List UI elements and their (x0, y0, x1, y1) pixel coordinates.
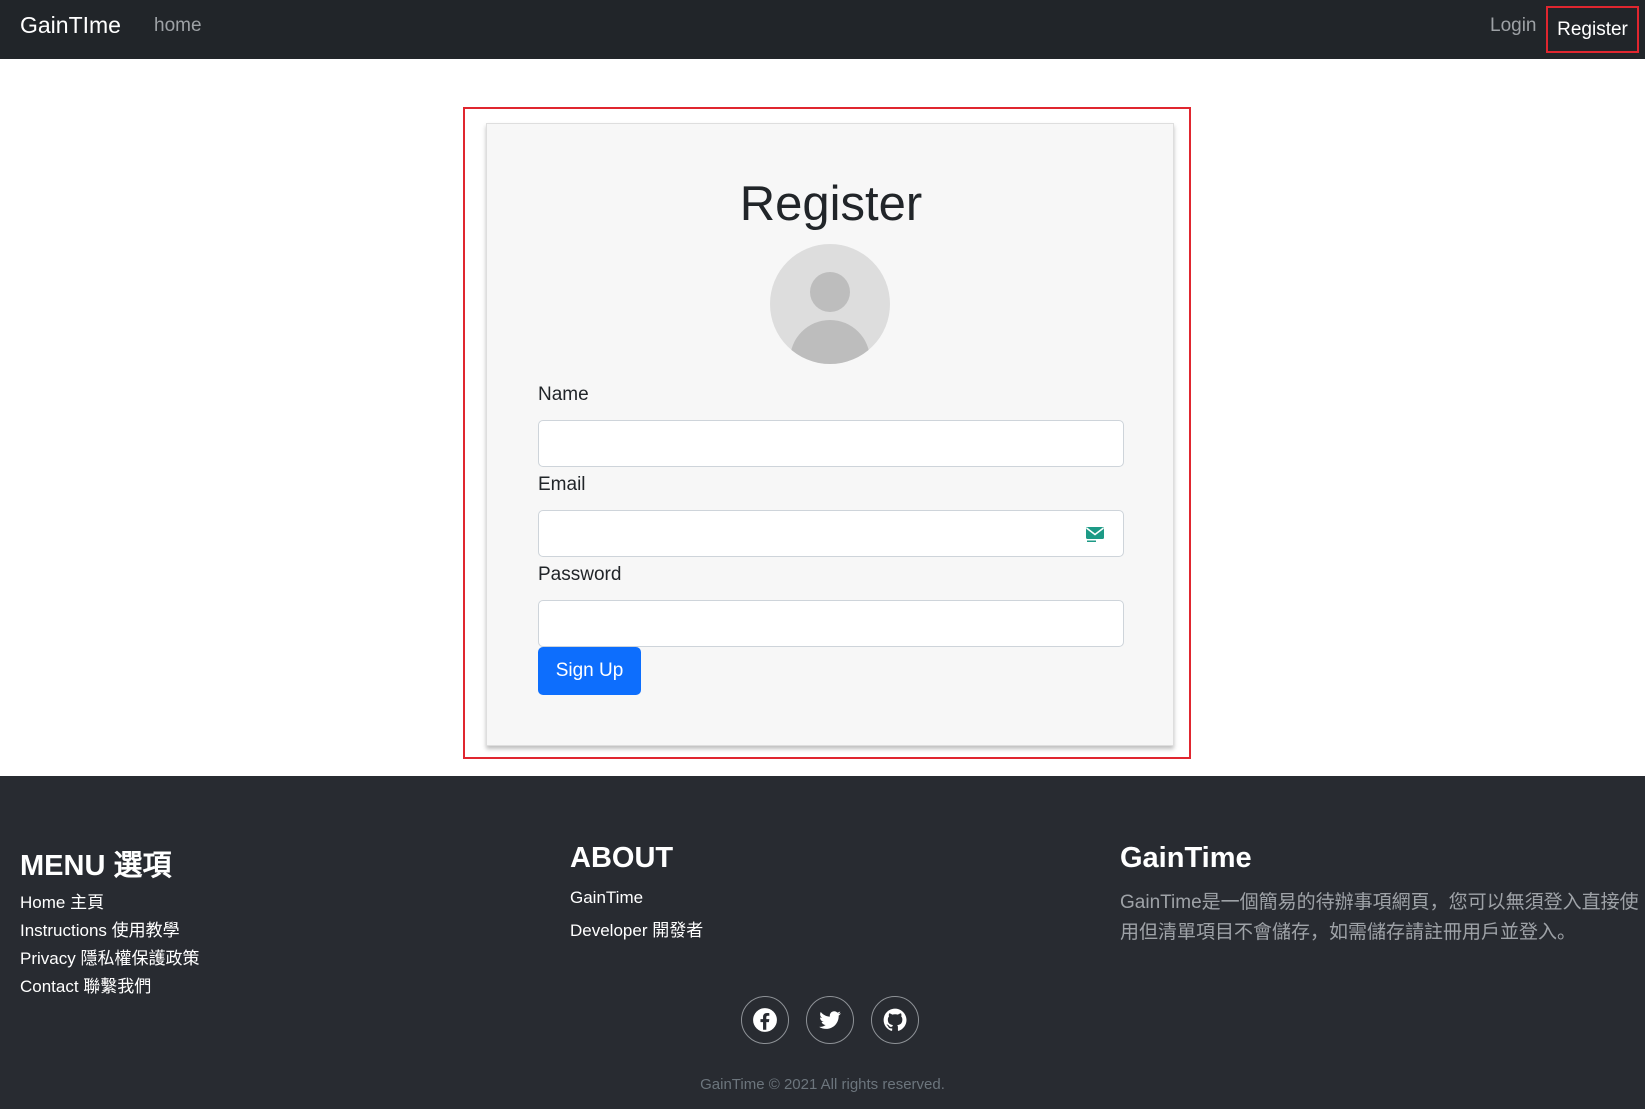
avatar-icon (770, 244, 890, 364)
footer-link-developer[interactable]: Developer 開發者 (570, 916, 703, 941)
facebook-icon (753, 1008, 777, 1032)
register-card: Register Name Email Password Sign Up (486, 123, 1174, 746)
copyright-text: GainTime © 2021 All rights reserved. (700, 1076, 945, 1093)
nav-login-link[interactable]: Login (1490, 15, 1537, 37)
footer-brand-heading: GainTime (1120, 842, 1252, 874)
avatar-head (810, 272, 850, 312)
footer-description: GainTime是一個簡易的待辦事項網頁，您可以無須登入直接使用但清單項目不會儲… (1120, 892, 1639, 943)
footer-link-home[interactable]: Home 主頁 (20, 888, 104, 913)
twitter-button[interactable] (806, 996, 854, 1044)
email-label: Email (538, 474, 586, 495)
footer: MENU 選項 Home 主頁 Instructions 使用教學 Privac… (0, 776, 1645, 1109)
password-input[interactable] (538, 600, 1124, 647)
password-label: Password (538, 564, 622, 585)
name-input[interactable] (538, 420, 1124, 467)
name-label: Name (538, 384, 589, 405)
footer-menu-heading: MENU 選項 (20, 850, 172, 882)
footer-link-privacy[interactable]: Privacy 隱私權保護政策 (20, 944, 199, 969)
github-button[interactable] (871, 996, 919, 1044)
facebook-button[interactable] (741, 996, 789, 1044)
top-navbar: GainTIme home Login Register (0, 0, 1645, 59)
sign-up-button[interactable]: Sign Up (538, 647, 641, 695)
github-icon (883, 1008, 907, 1031)
mail-icon[interactable] (1085, 525, 1105, 543)
email-input[interactable] (538, 510, 1124, 557)
nav-home-link[interactable]: home (154, 15, 202, 37)
register-title: Register (739, 177, 923, 231)
footer-link-instructions[interactable]: Instructions 使用教學 (20, 916, 180, 941)
brand-link[interactable]: GainTIme (20, 12, 121, 39)
nav-register-link[interactable]: Register (1546, 6, 1639, 53)
footer-link-gaintime[interactable]: GainTime (570, 888, 643, 908)
footer-about-heading: ABOUT (570, 842, 674, 874)
twitter-icon (819, 1011, 841, 1029)
avatar-body (790, 320, 870, 364)
footer-link-contact[interactable]: Contact 聯繫我們 (20, 972, 151, 997)
